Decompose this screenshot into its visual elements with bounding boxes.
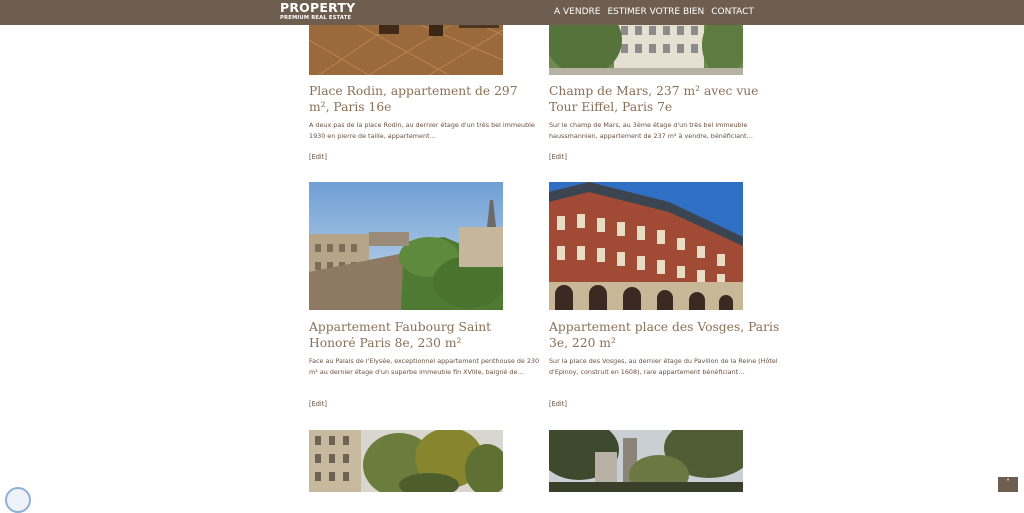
chat-widget-icon[interactable] bbox=[5, 487, 31, 513]
edit-link[interactable]: [Edit] bbox=[549, 400, 567, 408]
nav-a-vendre[interactable]: A VENDRE bbox=[554, 7, 600, 17]
listing-description: A deux pas de la place Rodin, au dernier… bbox=[309, 121, 535, 140]
listing-description: Face au Palais de l'Elysée, exceptionnel… bbox=[309, 357, 540, 376]
listing-photo[interactable] bbox=[309, 430, 503, 492]
edit-link[interactable]: [Edit] bbox=[309, 153, 327, 161]
listing-title[interactable]: Place Rodin, appartement de 297 m², Pari… bbox=[309, 83, 541, 115]
listing-photo[interactable] bbox=[549, 182, 743, 310]
site-header: PROPERTY PREMIUM REAL ESTATE A VENDRE ES… bbox=[0, 0, 1024, 25]
edit-link[interactable]: [Edit] bbox=[309, 400, 327, 408]
listing-title[interactable]: Champ de Mars, 237 m² avec vue Tour Eiff… bbox=[549, 83, 781, 115]
main-nav: A VENDRE ESTIMER VOTRE BIEN CONTACT bbox=[554, 7, 761, 17]
listing-description: Sur la place des Vosges, au dernier étag… bbox=[549, 357, 778, 376]
listing-description: Sur le champ de Mars, au 3ème étage d'un… bbox=[549, 121, 753, 140]
listing-photo[interactable] bbox=[309, 182, 503, 310]
listing-title[interactable]: Appartement Faubourg Saint Honoré Paris … bbox=[309, 319, 541, 351]
nav-contact[interactable]: CONTACT bbox=[711, 7, 754, 17]
site-logo[interactable]: PROPERTY PREMIUM REAL ESTATE bbox=[280, 1, 355, 22]
listing-photo[interactable] bbox=[549, 430, 743, 492]
nav-estimer-votre-bien[interactable]: ESTIMER VOTRE BIEN bbox=[607, 7, 704, 17]
logo-main-text: PROPERTY bbox=[280, 0, 356, 15]
logo-tagline: PREMIUM REAL ESTATE bbox=[280, 15, 352, 21]
edit-link[interactable]: [Edit] bbox=[549, 153, 567, 161]
back-to-top-button[interactable]: ˄ bbox=[998, 477, 1018, 492]
chevron-up-icon: ˄ bbox=[1006, 478, 1010, 487]
listing-title[interactable]: Appartement place des Vosges, Paris 3e, … bbox=[549, 319, 781, 351]
